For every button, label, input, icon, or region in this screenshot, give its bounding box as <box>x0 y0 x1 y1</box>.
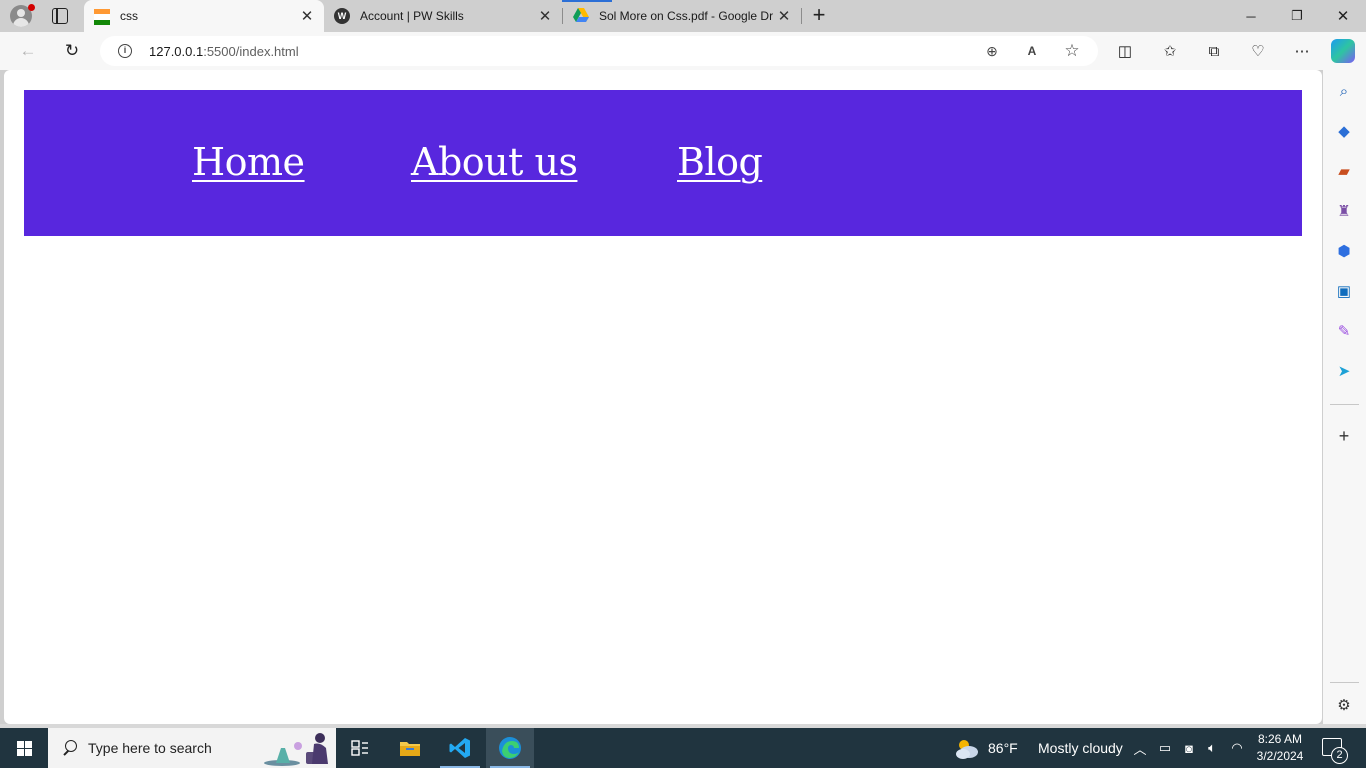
drop-icon[interactable]: ➤ <box>1335 362 1353 380</box>
edge-sidebar: ⌕ ◆ ▰ ♜ ⬢ ▣ ✎ ➤ + ⚙ <box>1323 70 1366 724</box>
site-navbar: Home About us Blog <box>24 90 1302 236</box>
sidebar-divider <box>1330 404 1359 405</box>
site-info-icon[interactable]: i <box>118 44 132 58</box>
search-highlight-illustration[interactable] <box>262 730 334 766</box>
zoom-icon[interactable]: ⊕ <box>983 42 1001 60</box>
close-tab-icon[interactable]: ✕ <box>296 7 318 25</box>
india-flag-icon <box>94 9 110 25</box>
tab-pw-skills[interactable]: W Account | PW Skills ✕ <box>324 0 562 32</box>
minimize-button[interactable]: ─ <box>1228 0 1274 32</box>
profile-notification-dot <box>28 4 35 11</box>
search-icon[interactable]: ⌕ <box>1335 82 1353 100</box>
new-tab-button[interactable]: + <box>808 4 830 26</box>
refresh-icon[interactable]: ↻ <box>61 40 83 62</box>
clock-time: 8:26 AM <box>1257 732 1303 746</box>
search-placeholder: Type here to search <box>88 740 212 756</box>
microsoft-365-icon[interactable]: ⬢ <box>1335 242 1353 260</box>
collections-icon[interactable]: ⧉ <box>1204 41 1224 61</box>
restore-button[interactable]: ❐ <box>1274 0 1320 32</box>
favorite-star-icon[interactable]: ☆ <box>1063 41 1081 60</box>
weather-cloudy-icon[interactable] <box>954 736 980 760</box>
weather-temperature[interactable]: 86°F <box>988 740 1018 756</box>
browser-essentials-icon[interactable]: ♡ <box>1248 41 1268 61</box>
tools-icon[interactable]: ▰ <box>1335 162 1353 180</box>
copilot-icon[interactable] <box>1331 39 1355 63</box>
favorites-icon[interactable]: ✩ <box>1160 41 1180 61</box>
sidebar-divider <box>1330 682 1359 683</box>
nav-link-blog[interactable]: Blog <box>677 140 763 184</box>
clock-date: 3/2/2024 <box>1256 749 1304 763</box>
games-icon[interactable]: ♜ <box>1335 202 1353 220</box>
tab-title: Account | PW Skills <box>360 9 464 23</box>
search-icon <box>62 740 78 756</box>
tab-css[interactable]: css ✕ <box>84 0 324 32</box>
pw-skills-icon: W <box>334 8 350 24</box>
read-aloud-icon[interactable]: A <box>1023 42 1041 60</box>
system-clock[interactable]: 8:26 AM 3/2/2024 <box>1250 731 1310 765</box>
split-screen-icon[interactable]: ◫ <box>1115 41 1135 61</box>
back-arrow-icon[interactable]: ← <box>17 40 39 62</box>
vscode-icon[interactable] <box>436 728 484 768</box>
designer-icon[interactable]: ✎ <box>1335 322 1353 340</box>
volume-icon[interactable]: 🔈︎ <box>1204 740 1220 756</box>
more-options-icon[interactable]: ⋯ <box>1292 41 1312 61</box>
windows-start-icon[interactable] <box>0 728 48 768</box>
google-drive-icon <box>573 8 589 24</box>
shopping-tag-icon[interactable]: ◆ <box>1335 122 1353 140</box>
notification-count-badge: 2 <box>1331 747 1348 764</box>
close-tab-icon[interactable]: ✕ <box>534 7 556 25</box>
task-view-icon[interactable] <box>336 728 384 768</box>
show-hidden-icons-chevron-up-icon[interactable]: ︿ <box>1132 740 1148 757</box>
tab-strip: css ✕ W Account | PW Skills ✕ Sol More o… <box>0 0 1366 32</box>
nav-link-about-us[interactable]: About us <box>411 140 578 184</box>
file-explorer-icon[interactable] <box>386 728 434 768</box>
page-viewport: Home About us Blog <box>4 70 1322 724</box>
add-sidebar-app-icon[interactable]: + <box>1335 426 1353 446</box>
meet-now-icon[interactable]: ◙ <box>1181 740 1197 756</box>
browser-toolbar: ← ↻ i 127.0.0.1:5500/index.html ⊕ A ☆ ◫ … <box>0 32 1366 70</box>
nav-link-home[interactable]: Home <box>192 140 305 184</box>
tab-separator <box>801 8 802 24</box>
tab-google-drive[interactable]: Sol More on Css.pdf - Google Dr ✕ <box>563 0 801 32</box>
outlook-icon[interactable]: ▣ <box>1335 282 1353 300</box>
windows-taskbar: Type here to search 86°F Mostly cloudy ︿… <box>0 728 1366 768</box>
weather-condition[interactable]: Mostly cloudy <box>1038 740 1123 756</box>
sidebar-settings-gear-icon[interactable]: ⚙ <box>1335 696 1353 714</box>
tab-title: css <box>120 9 138 23</box>
close-window-button[interactable]: ✕ <box>1320 0 1366 32</box>
close-tab-icon[interactable]: ✕ <box>773 7 795 25</box>
battery-icon[interactable]: ▭ <box>1157 740 1173 756</box>
tab-title: Sol More on Css.pdf - Google Dr <box>599 9 773 23</box>
edge-browser-icon[interactable] <box>486 728 534 768</box>
tab-actions-icon[interactable] <box>52 8 68 24</box>
address-bar[interactable]: i 127.0.0.1:5500/index.html ⊕ A ☆ <box>100 36 1098 66</box>
wifi-icon[interactable]: ◠ <box>1229 740 1245 756</box>
url-text[interactable]: 127.0.0.1:5500/index.html <box>149 44 299 59</box>
